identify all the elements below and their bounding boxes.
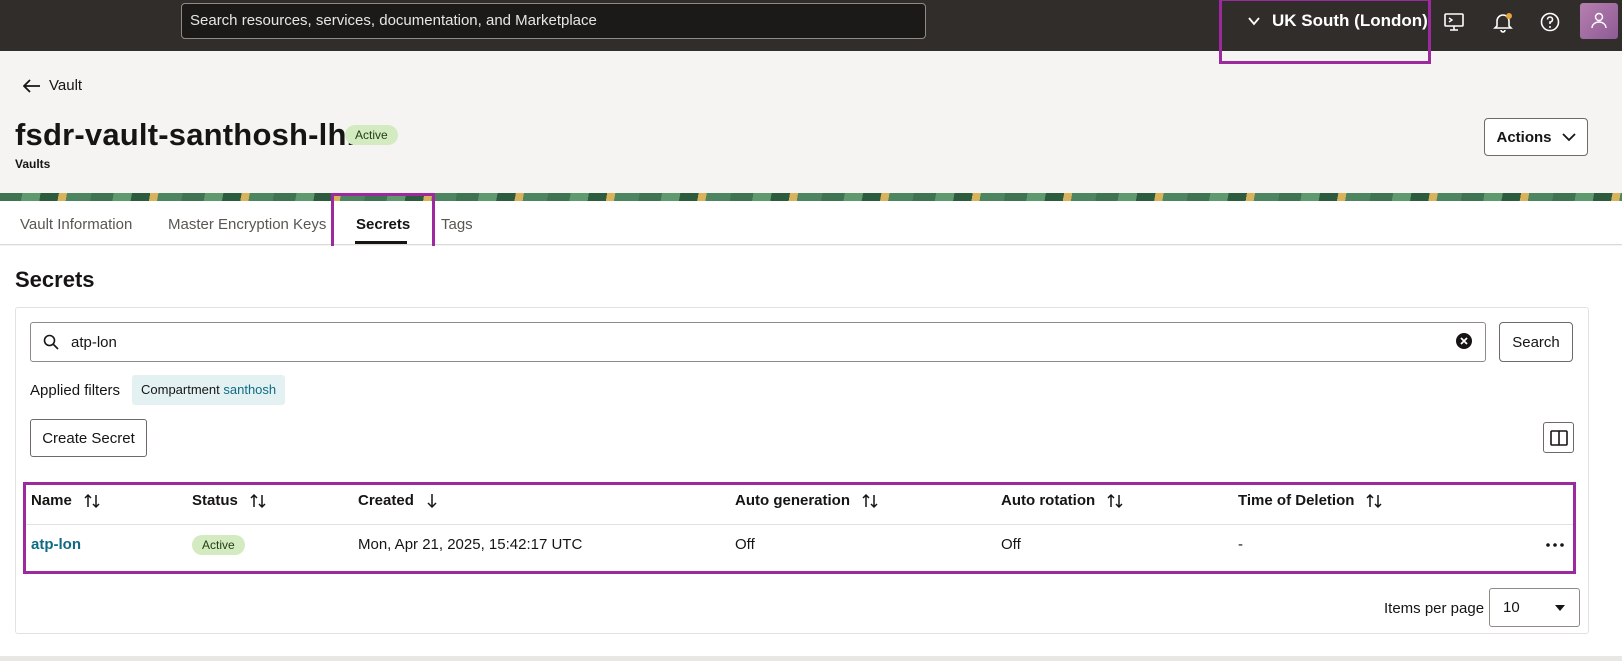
cloud-shell-icon[interactable] bbox=[1442, 10, 1466, 34]
decorative-banner bbox=[0, 193, 1622, 201]
columns-icon bbox=[1549, 429, 1568, 446]
search-button[interactable]: Search bbox=[1499, 322, 1573, 362]
region-highlight-box bbox=[1219, 0, 1431, 64]
bell-icon[interactable] bbox=[1491, 10, 1515, 34]
actions-button-label: Actions bbox=[1496, 128, 1552, 146]
tab-bar: Vault Information Master Encryption Keys… bbox=[0, 201, 1622, 245]
back-link[interactable]: Vault bbox=[23, 77, 82, 94]
filter-input[interactable]: atp-lon bbox=[30, 322, 1486, 362]
filter-chip-key: Compartment bbox=[141, 382, 220, 397]
page-title: fsdr-vault-santhosh-lhr bbox=[15, 117, 359, 152]
tab-tags[interactable]: Tags bbox=[441, 216, 473, 233]
user-icon bbox=[1591, 12, 1607, 29]
global-search-input[interactable]: Search resources, services, documentatio… bbox=[181, 3, 926, 39]
chevron-down-icon bbox=[1561, 133, 1576, 142]
table-highlight-box bbox=[23, 482, 1576, 574]
actions-button[interactable]: Actions bbox=[1484, 118, 1588, 156]
filter-chip-value: santhosh bbox=[223, 382, 277, 397]
tab-vault-information[interactable]: Vault Information bbox=[20, 216, 132, 233]
avatar[interactable] bbox=[1580, 3, 1618, 39]
footer-stripe bbox=[0, 656, 1622, 661]
page-subtitle: Vaults bbox=[15, 157, 51, 171]
section-title: Secrets bbox=[15, 267, 95, 292]
filter-input-value: atp-lon bbox=[71, 333, 117, 351]
filter-chip[interactable]: Compartment santhosh bbox=[132, 375, 286, 405]
items-per-page-label: Items per page bbox=[1384, 600, 1485, 617]
back-link-label: Vault bbox=[49, 77, 83, 94]
tab-master-encryption-keys[interactable]: Master Encryption Keys bbox=[168, 216, 326, 233]
applied-filters-label: Applied filters bbox=[30, 382, 121, 399]
items-per-page-value: 10 bbox=[1503, 599, 1520, 616]
caret-down-icon bbox=[1555, 605, 1565, 611]
arrow-left-icon bbox=[23, 78, 40, 93]
column-settings-button[interactable] bbox=[1543, 422, 1574, 453]
create-secret-button[interactable]: Create Secret bbox=[30, 419, 147, 457]
status-badge: Active bbox=[345, 125, 398, 145]
help-icon[interactable] bbox=[1538, 10, 1562, 34]
items-per-page-select[interactable]: 10 bbox=[1489, 588, 1580, 627]
clear-icon[interactable] bbox=[1455, 332, 1473, 350]
search-icon bbox=[43, 334, 59, 350]
